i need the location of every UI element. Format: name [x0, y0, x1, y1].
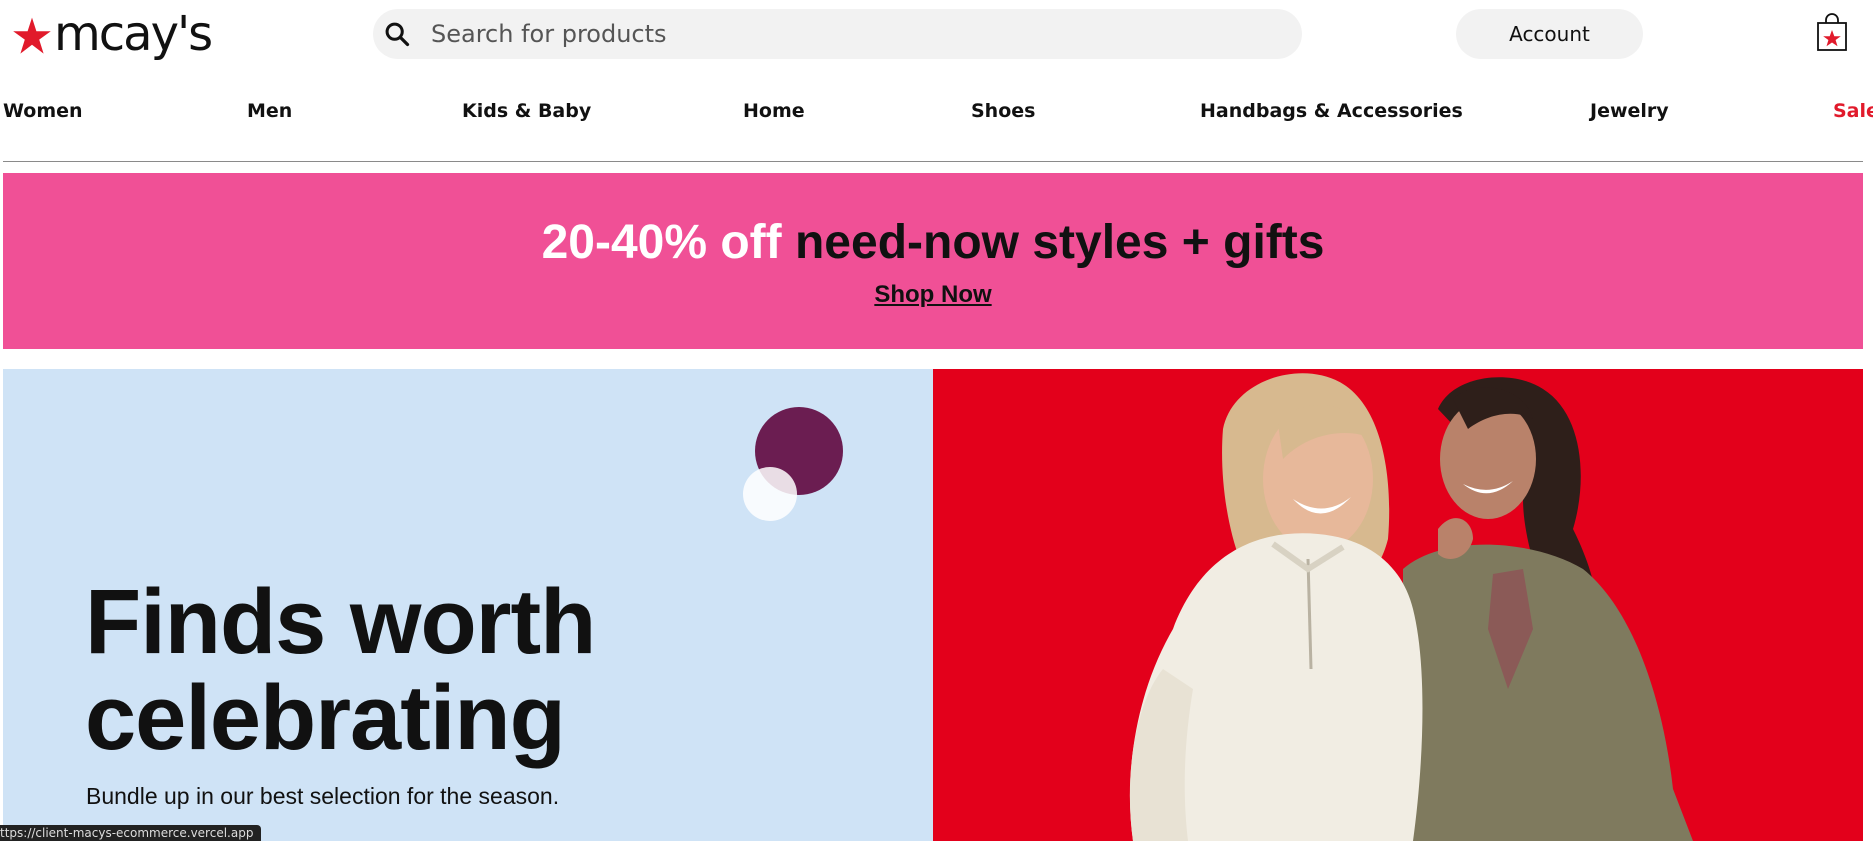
shop-now-link[interactable]: Shop Now — [3, 281, 1863, 309]
hero-models-illustration — [1129, 373, 1693, 841]
promo-tagline: need-now styles + gifts — [794, 216, 1325, 269]
nav-divider — [3, 161, 1863, 162]
decorative-circle-white — [743, 467, 797, 521]
promo-headline: 20-40% off need-now styles + gifts — [3, 219, 1863, 267]
search-icon[interactable] — [383, 20, 411, 48]
nav-item-jewelry[interactable]: Jewelry — [1590, 100, 1669, 122]
nav-item-men[interactable]: Men — [247, 100, 292, 122]
site-logo[interactable]: mcay's — [12, 6, 213, 64]
star-icon — [13, 17, 51, 54]
shopping-bag-icon[interactable] — [1816, 12, 1848, 52]
search-bar — [373, 9, 1302, 59]
nav-item-handbags-accessories[interactable]: Handbags & Accessories — [1200, 100, 1463, 122]
hero-title: Finds worth celebrating — [85, 571, 596, 769]
nav-item-sale[interactable]: Sale — [1833, 100, 1873, 122]
hero-subtitle: Bundle up in our best selection for the … — [86, 783, 560, 809]
category-nav: Women Men Kids & Baby Home Shoes Handbag… — [0, 100, 1873, 136]
promo-banner[interactable]: 20-40% off need-now styles + gifts Shop … — [3, 173, 1863, 349]
logo-text: mcay's — [54, 6, 213, 62]
promo-discount: 20-40% off — [541, 216, 782, 269]
hero-image[interactable] — [933, 369, 1863, 841]
hero-text-panel[interactable]: Finds worth celebrating Bundle up in our… — [3, 369, 933, 841]
nav-item-women[interactable]: Women — [3, 100, 83, 122]
nav-item-home[interactable]: Home — [743, 100, 805, 122]
status-bar-url: ttps://client-macys-ecommerce.vercel.app — [0, 825, 262, 841]
nav-item-kids-baby[interactable]: Kids & Baby — [462, 100, 591, 122]
account-button[interactable]: Account — [1456, 9, 1643, 59]
search-input[interactable] — [431, 20, 1251, 48]
nav-item-shoes[interactable]: Shoes — [971, 100, 1035, 122]
site-header: mcay's Account — [0, 0, 1873, 70]
